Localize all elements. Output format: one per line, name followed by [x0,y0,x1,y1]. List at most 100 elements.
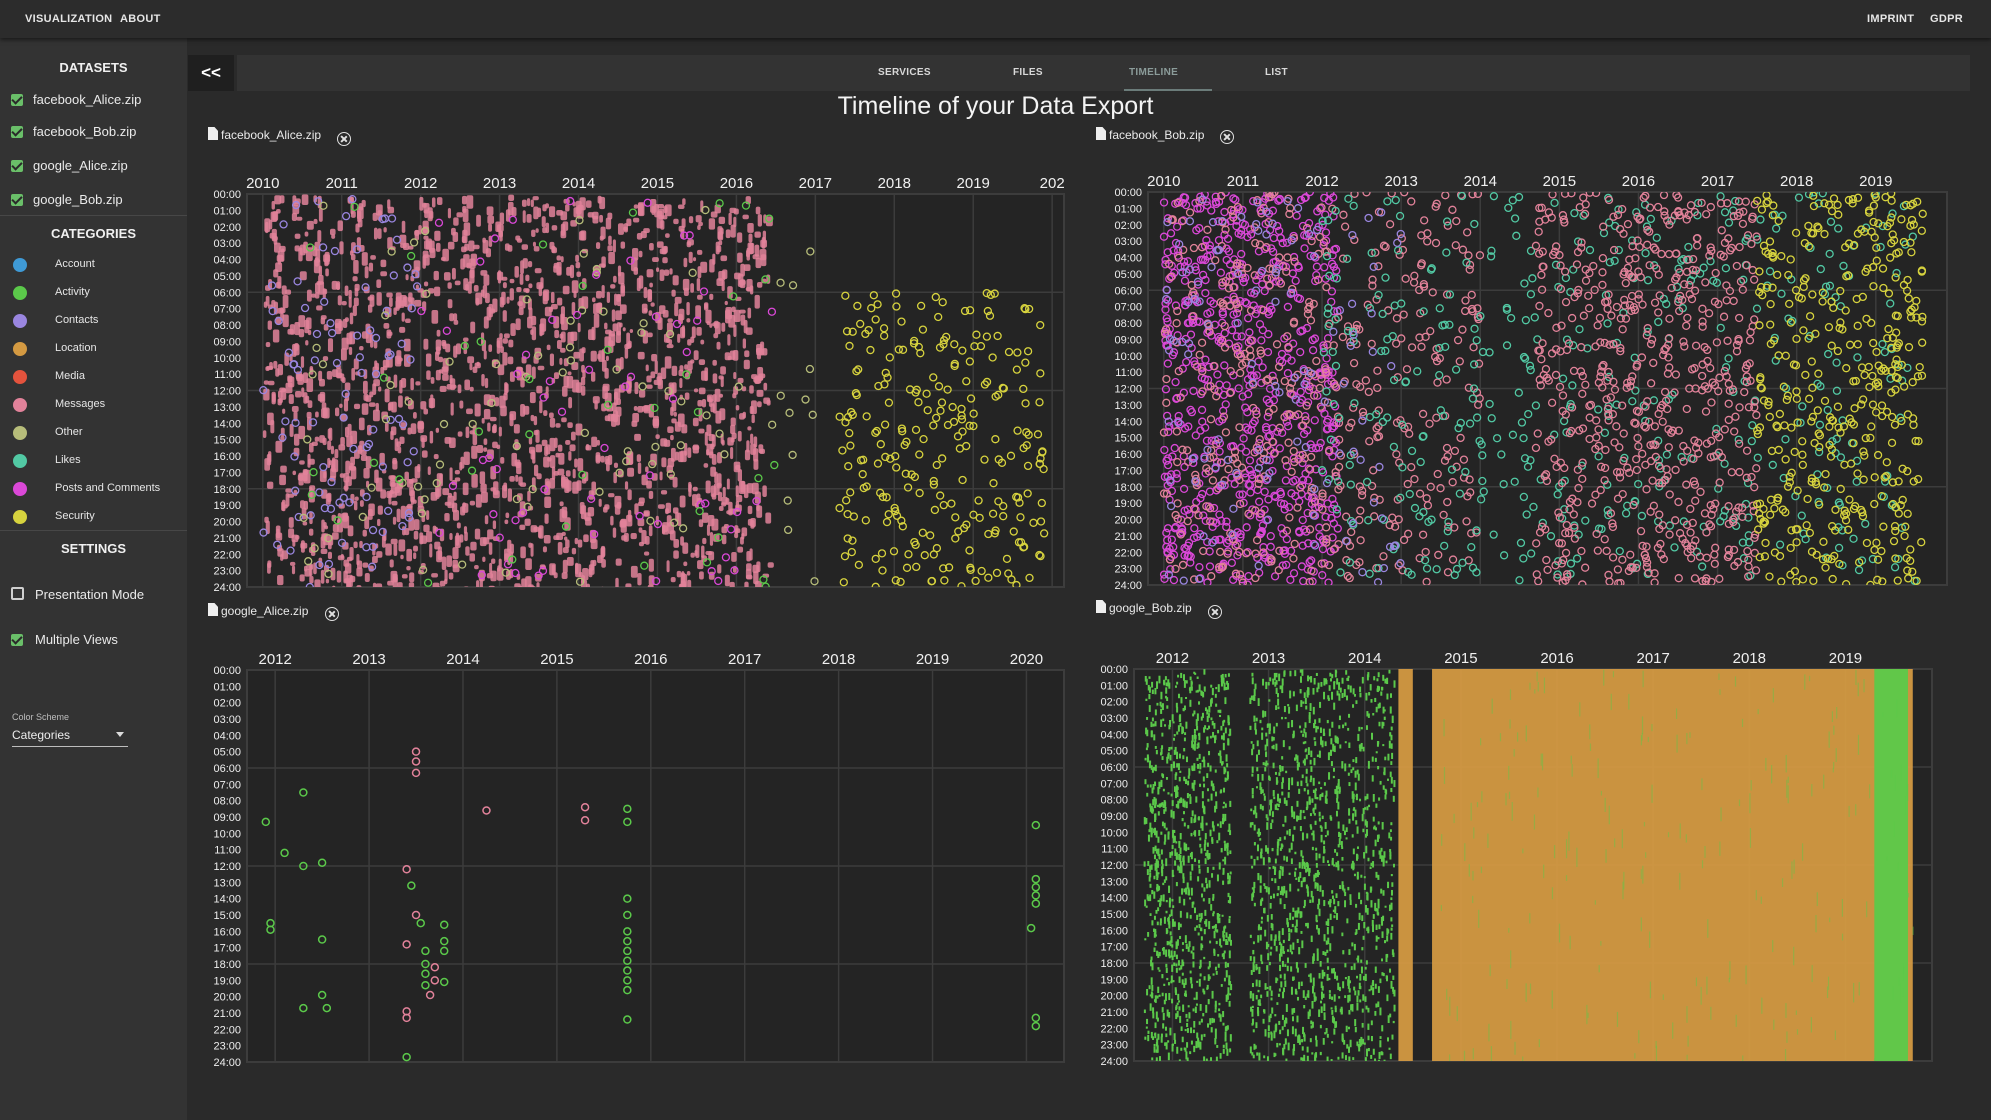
data-mark [327,551,333,560]
data-mark [638,250,643,258]
data-mark [396,508,401,523]
data-mark [453,491,457,501]
data-mark [711,453,717,465]
data-mark [686,570,691,576]
data-mark [613,462,619,468]
data-mark [334,448,339,459]
data-mark [543,456,550,468]
nav-gdpr-link[interactable]: GDPR [1930,13,1963,25]
data-mark [430,394,434,409]
data-mark [417,421,425,430]
data-mark [599,214,603,223]
data-mark [682,198,686,206]
nav-about-link[interactable]: ABOUT [120,13,161,25]
data-mark [753,448,759,462]
data-mark [674,302,679,317]
data-mark [700,339,705,345]
data-mark [565,470,571,477]
data-mark [591,371,596,382]
data-mark [693,388,699,393]
data-mark [656,241,664,248]
data-mark [582,369,586,379]
data-mark [459,400,464,409]
year-tick-label: 2012 [404,175,437,192]
data-mark [607,454,613,465]
data-mark [578,231,585,241]
data-mark [387,580,394,586]
data-mark [713,483,720,496]
data-mark [399,326,406,333]
data-mark [459,461,463,471]
data-mark [275,532,283,541]
data-mark [413,545,418,552]
data-mark [577,539,583,548]
data-mark [436,197,443,206]
data-mark [649,243,654,251]
data-mark [350,253,356,261]
data-mark [265,366,270,372]
data-mark [659,471,663,481]
data-mark [327,338,334,353]
data-mark [592,297,596,303]
data-mark [633,204,639,209]
data-mark [673,550,679,559]
data-mark [638,389,646,398]
data-mark [563,536,568,541]
data-mark [423,524,430,533]
data-mark [695,215,702,223]
data-mark [410,496,415,505]
data-mark [718,375,724,380]
data-mark [324,525,329,530]
data-mark [347,525,354,537]
data-mark [265,295,270,306]
data-mark [447,241,455,250]
data-mark [690,336,695,343]
data-mark [694,550,698,556]
data-mark [765,512,772,524]
data-mark [332,532,339,540]
data-mark [550,291,555,304]
year-tick-label: 2011 [326,175,358,192]
data-mark [522,258,528,269]
data-mark [757,281,763,288]
data-mark [750,520,755,529]
data-mark [289,324,295,335]
data-mark [509,288,514,301]
data-mark [423,254,430,266]
year-tick-label: 2010 [1147,173,1180,190]
data-mark [623,223,628,233]
data-mark [587,507,595,517]
data-mark [392,457,397,465]
data-mark [591,481,597,496]
data-mark [465,546,470,556]
data-mark [553,572,558,579]
data-mark [504,383,509,394]
data-mark [307,453,311,468]
data-mark [652,415,659,429]
data-mark [319,391,326,403]
nav-visualization-link[interactable]: VISUALIZATION [25,13,112,25]
data-mark [679,495,686,508]
data-mark [346,574,353,587]
data-mark [733,216,737,228]
data-mark [536,282,544,290]
data-mark [427,466,431,475]
data-mark [737,546,744,553]
data-mark [583,534,589,543]
data-mark [573,207,581,218]
hour-tick-label: 21:00 [213,533,241,545]
nav-imprint-link[interactable]: IMPRINT [1867,13,1914,25]
hour-tick-label: 08:00 [1114,318,1142,330]
data-mark [480,483,487,493]
data-mark [604,322,608,330]
data-mark [530,449,535,460]
hour-tick-label: 22:00 [1114,547,1142,559]
data-mark [525,558,532,571]
data-mark [757,367,764,381]
hour-tick-label: 18:00 [1114,482,1142,494]
data-mark [389,489,394,494]
data-mark [703,463,709,468]
data-mark [438,356,444,363]
data-mark [595,454,601,462]
data-mark [354,496,359,501]
